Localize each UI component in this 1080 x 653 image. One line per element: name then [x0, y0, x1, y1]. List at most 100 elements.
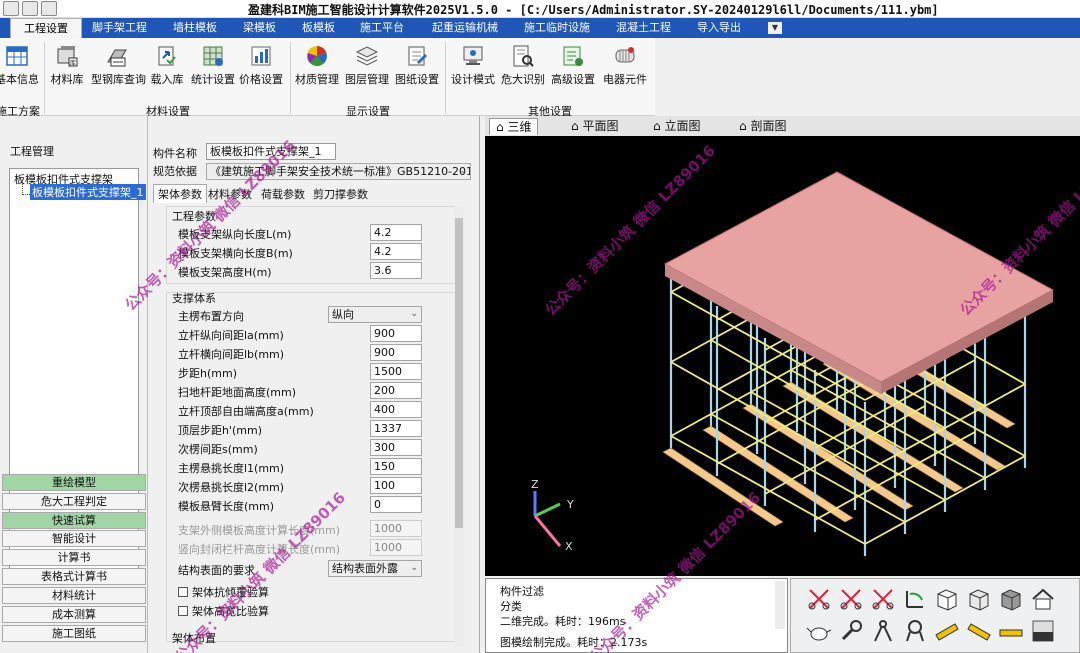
quick-trial-button[interactable]: 快速试算 [2, 512, 146, 529]
param-input[interactable]: 150 [370, 458, 422, 475]
component-name-input[interactable]: 板模板扣件式支撑架_1 [206, 143, 336, 160]
basic-info-button[interactable]: 基本信息 [0, 42, 42, 92]
material-stats-button[interactable]: 材料统计 [2, 587, 146, 604]
tab-3d-view[interactable]: ⌂ 三维 [489, 118, 539, 135]
scissor-x-icon[interactable] [805, 585, 831, 611]
teapot-icon[interactable] [805, 617, 832, 643]
tab-section-view[interactable]: ⌂ 剖面图 [739, 118, 786, 135]
cube-icon: ⌂ [739, 119, 747, 133]
console-line: 二维完成。耗时：196ms [500, 615, 626, 628]
calc-book-button[interactable]: 计算书 [2, 549, 146, 566]
tab-project-settings[interactable]: 工程设置 [10, 18, 82, 38]
scrollbar[interactable] [454, 206, 464, 646]
construction-drawing-button[interactable]: 施工图纸 [2, 625, 146, 642]
tree-child-item[interactable]: 板模板扣件式支撑架_1 [30, 184, 146, 200]
material-library-button[interactable]: 库 材料库 [42, 42, 92, 92]
tab-temporary[interactable]: 施工临时设施 [524, 18, 590, 38]
material-manage-button[interactable]: 材质管理 [292, 42, 342, 92]
console-scrollbar[interactable] [775, 581, 785, 629]
param-input[interactable]: 300 [370, 439, 422, 456]
output-console[interactable]: 构件过滤 分类 二维完成。耗时：196ms 图模绘制完成。耗时：2.173s [485, 578, 788, 653]
svg-text:库: 库 [70, 59, 76, 67]
layer-manage-button[interactable]: 图层管理 [342, 42, 392, 92]
app-menu-icon[interactable] [3, 1, 19, 16]
save-icon[interactable] [22, 1, 38, 16]
hazard-judge-button[interactable]: 危大工程判定 [2, 493, 146, 510]
cost-estimate-button[interactable]: 成本测算 [2, 606, 146, 623]
tab-plan-view[interactable]: ⌂ 平面图 [571, 118, 618, 135]
steel-library-button[interactable]: 型钢库查询 [91, 42, 146, 92]
tab-lifting[interactable]: 起重运输机械 [432, 18, 498, 38]
param-input[interactable]: 900 [370, 344, 422, 361]
electric-component-button[interactable]: 电器元件 [600, 42, 650, 92]
param-label: 模板悬臂长度(mm) [178, 500, 275, 513]
tab-platform[interactable]: 施工平台 [360, 18, 404, 38]
compass-icon[interactable] [901, 617, 927, 643]
tab-import-export[interactable]: 导入导出 [697, 18, 741, 38]
scissor-x-icon[interactable] [869, 585, 895, 611]
param-input[interactable]: 900 [370, 325, 422, 342]
param-input[interactable]: 4.2 [370, 243, 422, 260]
param-input[interactable]: 0 [370, 496, 422, 513]
cube-icon[interactable] [933, 585, 959, 611]
tab-load-params[interactable]: 荷载参数 [261, 186, 305, 202]
table-calc-book-button[interactable]: 表格式计算书 [2, 568, 146, 585]
wrench-icon[interactable] [837, 617, 863, 643]
dwg-icon[interactable] [1029, 617, 1055, 643]
material-library-label: 材料库 [50, 73, 84, 86]
param-input[interactable]: 100 [370, 477, 422, 494]
tab-section-label: 剖面图 [750, 119, 787, 133]
axis-z-label: Z [531, 478, 539, 491]
smart-design-button[interactable]: 智能设计 [2, 530, 146, 547]
surface-requirement-select[interactable]: 结构表面外露 ⌄ [328, 560, 422, 577]
home-icon[interactable] [1029, 585, 1055, 611]
param-input[interactable]: 1500 [370, 363, 422, 380]
tab-slab-formwork[interactable]: 板模板 [302, 18, 335, 38]
surface-requirement-value: 结构表面外露 [332, 562, 398, 575]
tab-scaffold[interactable]: 脚手架工程 [92, 18, 147, 38]
ruler-icon[interactable] [933, 617, 959, 643]
3d-viewport[interactable]: Z Y X [485, 136, 1080, 576]
compass-icon[interactable] [869, 617, 895, 643]
tab-frame-params[interactable]: 架体参数 [153, 184, 207, 203]
checkbox[interactable] [178, 587, 188, 597]
tab-elevation-view[interactable]: ⌂ 立面图 [653, 118, 700, 135]
hazard-identify-button[interactable]: 危大识别 [498, 42, 548, 92]
main-direction-select[interactable]: 纵向 ⌄ [328, 306, 422, 323]
ruler-icon[interactable] [965, 617, 991, 643]
param-input[interactable]: 1337 [370, 420, 422, 437]
param-label: 次楞悬挑长度l2(mm) [178, 481, 285, 494]
statistics-settings-button[interactable]: 统计设置 [188, 42, 238, 92]
tab-beam-formwork[interactable]: 梁模板 [243, 18, 276, 38]
load-library-button[interactable]: 载入库 [142, 42, 192, 92]
scissor-x-icon[interactable] [837, 585, 863, 611]
param-input[interactable]: 200 [370, 382, 422, 399]
tab-wall-column-formwork[interactable]: 墙柱模板 [173, 18, 217, 38]
design-mode-button[interactable]: 设计模式 [448, 42, 498, 92]
price-settings-button[interactable]: 价格设置 [236, 42, 286, 92]
drawing-settings-button[interactable]: 图纸设置 [392, 42, 442, 92]
tab-brace-params[interactable]: 剪刀撑参数 [313, 186, 368, 202]
overturn-check-row[interactable]: 架体抗倾覆验算 [178, 584, 269, 600]
param-label: 立杆横向间距lb(mm) [178, 348, 285, 361]
advanced-settings-button[interactable]: 高级设置 [548, 42, 598, 92]
menu-dropdown-icon[interactable]: ▼ [768, 22, 782, 34]
param-input[interactable]: 3.6 [370, 262, 422, 279]
axis-gizmo: Z Y X [531, 478, 574, 553]
scrollbar-thumb[interactable] [455, 218, 463, 528]
tab-concrete[interactable]: 混凝土工程 [616, 18, 671, 38]
cube-outline-icon[interactable] [965, 585, 991, 611]
tab-material-params[interactable]: 材料参数 [208, 186, 252, 202]
print-icon[interactable] [41, 1, 57, 16]
ratio-check-row[interactable]: 架体高宽比验算 [178, 603, 269, 619]
params-scroll-area[interactable]: 工程参数 模板支架纵向长度L(m) 4.2 模板支架横向长度B(m) 4.2 模… [148, 202, 468, 653]
param-input[interactable]: 4.2 [370, 224, 422, 241]
ruler-icon[interactable] [997, 617, 1023, 643]
code-basis-select[interactable]: 《建筑施工脚手架安全技术统一标准》GB51210-2016 ⌄ [206, 163, 471, 180]
cube-solid-icon[interactable] [997, 585, 1023, 611]
redraw-model-button[interactable]: 重绘模型 [2, 474, 146, 491]
rotate-axis-icon[interactable] [901, 585, 927, 611]
param-input[interactable]: 400 [370, 401, 422, 418]
checkbox[interactable] [178, 606, 188, 616]
code-basis-value: 《建筑施工脚手架安全技术统一标准》GB51210-2016 [210, 165, 471, 178]
